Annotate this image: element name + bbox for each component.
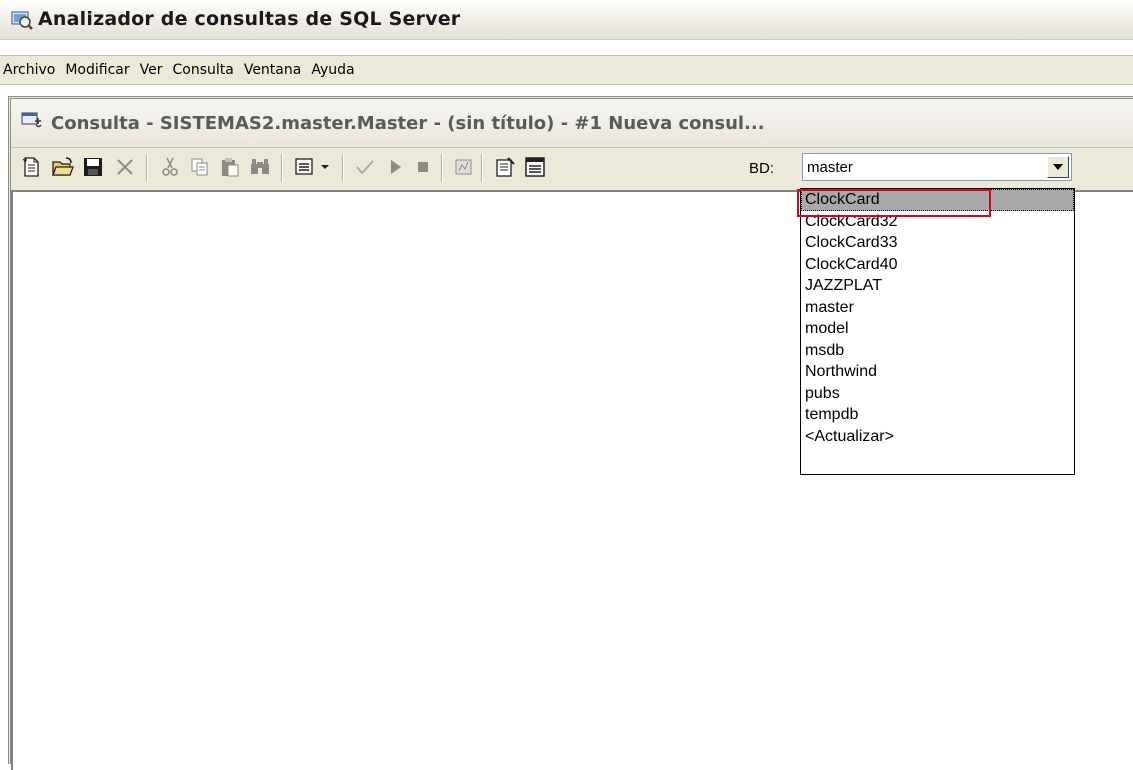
query-window-icon <box>21 111 43 131</box>
db-option-refresh[interactable]: <Actualizar> <box>801 426 1074 448</box>
db-option-clockcard32[interactable]: ClockCard32 <box>801 211 1074 233</box>
db-option-clockcard[interactable]: ClockCard <box>801 189 1074 211</box>
db-option-model[interactable]: model <box>801 318 1074 340</box>
toolbar-separator <box>481 154 483 182</box>
menu-bar: Archivo Modificar Ver Consulta Ventana A… <box>0 55 1133 85</box>
save-icon[interactable] <box>82 156 104 178</box>
chevron-down-icon[interactable] <box>1047 156 1069 178</box>
db-option-msdb[interactable]: msdb <box>801 340 1074 362</box>
find-icon[interactable] <box>249 156 271 178</box>
db-option-master[interactable]: master <box>801 297 1074 319</box>
menu-consulta[interactable]: Consulta <box>167 62 238 78</box>
db-option-jazzplat[interactable]: JAZZPLAT <box>801 275 1074 297</box>
database-dropdown-list: ClockCard ClockCard32 ClockCard33 ClockC… <box>800 188 1075 475</box>
results-mode-icon[interactable] <box>294 156 334 178</box>
db-option-pubs[interactable]: pubs <box>801 383 1074 405</box>
copy-icon[interactable] <box>189 156 211 178</box>
new-query-icon[interactable] <box>21 156 43 178</box>
menu-modificar[interactable]: Modificar <box>60 62 134 78</box>
check-syntax-icon[interactable] <box>354 156 376 178</box>
database-select[interactable]: master <box>802 153 1072 181</box>
toolbar-separator <box>342 154 344 182</box>
db-option-tempdb[interactable]: tempdb <box>801 404 1074 426</box>
stop-icon[interactable] <box>412 156 434 178</box>
db-option-northwind[interactable]: Northwind <box>801 361 1074 383</box>
paste-icon[interactable] <box>219 156 241 178</box>
database-select-value: master <box>807 159 853 176</box>
show-plan-icon[interactable] <box>453 156 475 178</box>
menu-ayuda[interactable]: Ayuda <box>306 62 359 78</box>
cut-icon[interactable] <box>159 156 181 178</box>
menu-archivo[interactable]: Archivo <box>0 62 60 78</box>
menu-ventana[interactable]: Ventana <box>239 62 307 78</box>
toolbar-separator <box>281 154 283 182</box>
menu-ver[interactable]: Ver <box>135 62 168 78</box>
menu-gap <box>0 85 1133 96</box>
database-label: BD: <box>749 160 775 177</box>
toolbar-separator <box>441 154 443 182</box>
query-toolbar: BD: master <box>11 148 1133 190</box>
object-browser-icon[interactable] <box>494 156 516 178</box>
clear-icon[interactable] <box>114 156 136 178</box>
app-title: Analizador de consultas de SQL Server <box>38 8 461 30</box>
title-gap <box>0 40 1133 55</box>
query-window-title: Consulta - SISTEMAS2.master.Master - (si… <box>51 113 765 134</box>
app-title-bar: Analizador de consultas de SQL Server <box>0 0 1133 40</box>
execute-icon[interactable] <box>384 156 406 178</box>
query-analyzer-icon <box>11 9 33 31</box>
db-option-clockcard33[interactable]: ClockCard33 <box>801 232 1074 254</box>
toolbar-separator <box>146 154 148 182</box>
query-window-title-bar[interactable]: Consulta - SISTEMAS2.master.Master - (si… <box>11 99 1133 148</box>
open-folder-icon[interactable] <box>51 156 74 178</box>
db-option-clockcard40[interactable]: ClockCard40 <box>801 254 1074 276</box>
properties-icon[interactable] <box>524 156 546 178</box>
